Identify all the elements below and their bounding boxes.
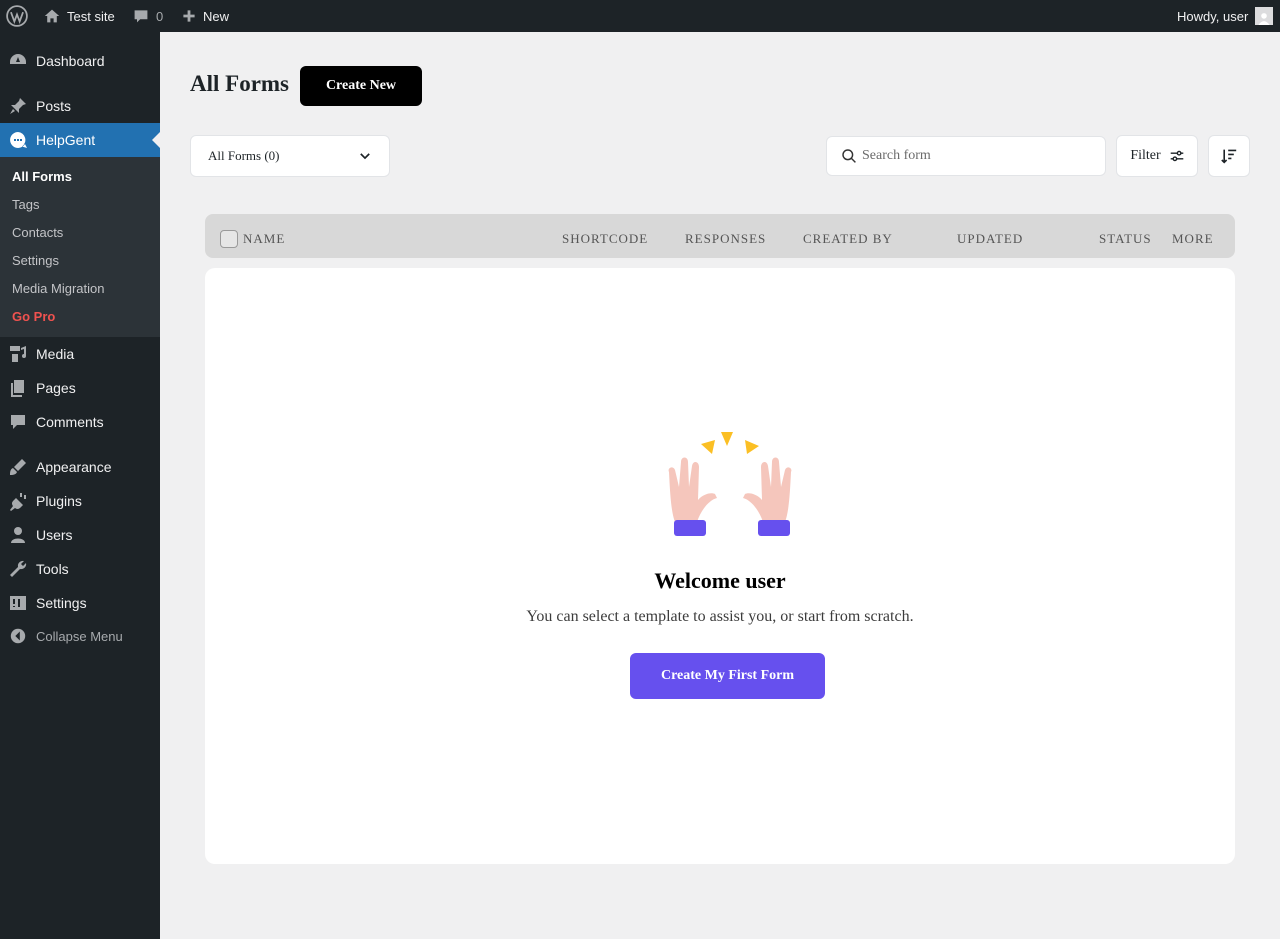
plugin-icon [0,484,36,518]
avatar-silhouette-icon [1258,13,1270,25]
forms-filter-value: All Forms (0) [208,148,280,163]
column-updated: Updated [957,231,1024,246]
sort-button[interactable] [1208,135,1250,177]
home-icon [44,9,60,23]
pin-icon [0,89,36,123]
raised-hands-illustration [668,432,792,536]
filter-label: Filter [1130,148,1161,163]
search-input[interactable] [862,148,1082,164]
submenu-go-pro[interactable]: Go Pro [12,308,55,326]
sidebar-item-comments[interactable]: Comments [0,405,160,439]
media-icon [0,337,36,371]
sidebar-item-settings[interactable]: Settings [0,586,160,620]
sidebar-item-appearance[interactable]: Appearance [0,450,160,484]
howdy-text: Howdy, user [1177,8,1249,24]
column-shortcode: Shortcode [562,231,649,246]
plus-icon [183,10,195,22]
sidebar-item-label: Media [36,346,75,362]
welcome-subtitle: You can select a template to assist you,… [526,608,914,625]
sort-icon [1221,149,1237,164]
select-all-checkbox[interactable] [220,230,238,248]
sidebar-item-pages[interactable]: Pages [0,371,160,405]
forms-filter-select[interactable]: All Forms (0) [190,135,390,177]
settings-icon [0,586,36,620]
sidebar-item-dashboard[interactable]: Dashboard [0,44,160,78]
my-account-link[interactable]: Howdy, user [1177,0,1274,32]
create-first-form-button[interactable]: Create My First Form [630,653,825,699]
site-name-link[interactable]: Test site [44,0,115,32]
welcome-title: Welcome user [654,568,786,593]
forms-table-header: Name Shortcode Responses Created By Upda… [205,214,1235,258]
collapse-menu-label: Collapse Menu [36,628,123,644]
sidebar-item-label: Posts [36,98,72,114]
submenu-contacts[interactable]: Contacts [12,224,63,242]
site-name: Test site [67,8,115,24]
sidebar-item-label: Settings [36,595,87,611]
sidebar-item-label: Tools [36,561,69,577]
sidebar-item-plugins[interactable]: Plugins [0,484,160,518]
sidebar-item-label: Users [36,527,73,543]
column-more: More [1172,231,1214,246]
sidebar-item-media[interactable]: Media [0,337,160,371]
sidebar-item-label: HelpGent [36,132,96,148]
page-title: All Forms [190,71,290,96]
sidebar-item-users[interactable]: Users [0,518,160,552]
user-icon [0,518,36,552]
sidebar-item-tools[interactable]: Tools [0,552,160,586]
column-responses: Responses [685,231,767,246]
chevron-down-icon [360,153,370,160]
sidebar-item-label: Plugins [36,493,82,509]
sidebar-item-label: Pages [36,380,76,396]
new-content-link[interactable]: New [182,0,229,32]
pages-icon [0,371,36,405]
comments-link[interactable]: 0 [133,0,163,32]
submenu-all-forms[interactable]: All Forms [12,168,72,186]
new-label: New [203,8,230,24]
empty-state-card: Welcome user You can select a template t… [205,268,1235,864]
column-created-by: Created By [803,231,893,246]
admin-sidebar: Dashboard Posts HelpGent All Forms Tags … [0,32,160,939]
dashboard-icon [0,44,36,78]
sidebar-item-label: Appearance [36,459,112,475]
comment-bubble-icon [134,10,148,23]
create-new-button[interactable]: Create New [300,66,422,106]
brush-icon [0,450,36,484]
comments-count: 0 [156,8,164,24]
collapse-arrow-icon [0,627,36,645]
comment-icon [0,405,36,439]
search-icon [842,149,856,163]
search-form-box[interactable] [826,136,1106,176]
sidebar-item-posts[interactable]: Posts [0,89,160,123]
sidebar-item-helpgent[interactable]: HelpGent [0,123,160,157]
submenu-media-migration[interactable]: Media Migration [12,280,105,298]
sidebar-item-label: Comments [36,414,104,430]
column-status: Status [1099,231,1152,246]
sidebar-item-label: Dashboard [36,53,105,69]
filter-button[interactable]: Filter [1116,135,1198,177]
helpgent-submenu: All Forms Tags Contacts Settings Media M… [0,157,160,337]
collapse-menu-button[interactable]: Collapse Menu [0,619,160,653]
admin-bar: Test site 0 New Howdy, user [0,0,1280,32]
wordpress-icon [6,5,28,27]
avatar [1255,7,1274,25]
helpgent-chat-icon [0,123,36,157]
column-name[interactable]: Name [243,214,285,258]
wrench-icon [0,552,36,586]
sliders-icon [1170,150,1183,162]
wordpress-logo[interactable] [6,0,28,32]
submenu-settings[interactable]: Settings [12,252,59,270]
submenu-tags[interactable]: Tags [12,196,39,214]
